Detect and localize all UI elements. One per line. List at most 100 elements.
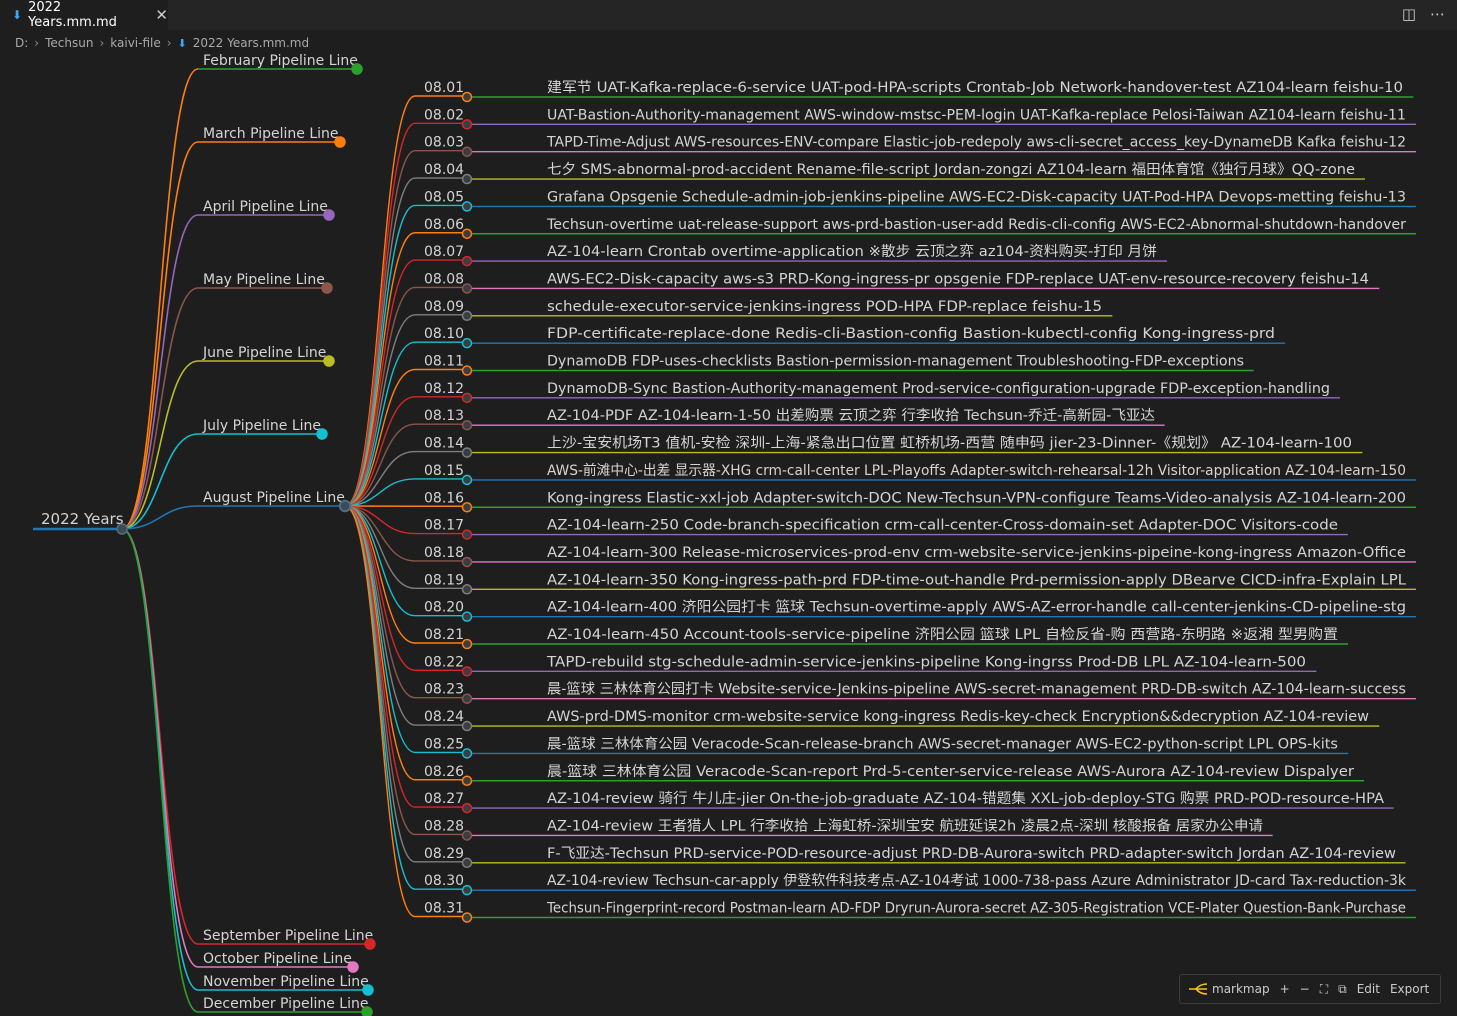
month-node-circle[interactable] — [323, 355, 335, 367]
day-node-circle[interactable] — [461, 720, 473, 732]
month-node-circle[interactable] — [323, 209, 335, 221]
day-detail-text: AZ-104-review 骑行 牛儿庄-jier On-the-job-gra… — [547, 790, 1384, 807]
export-button[interactable]: Export — [1390, 982, 1429, 996]
root-node-circle[interactable] — [116, 523, 128, 535]
fit-window-button[interactable]: ⛶ — [1320, 982, 1328, 997]
month-node-circle[interactable] — [334, 136, 346, 148]
month-node-circle[interactable] — [364, 938, 376, 950]
day-branch-edge — [344, 95, 416, 507]
day-node-date: 08.05 — [424, 189, 464, 205]
day-node-date: 08.19 — [424, 572, 464, 588]
day-node-circle[interactable] — [461, 337, 473, 349]
day-node-circle[interactable] — [461, 255, 473, 267]
august-node-circle[interactable] — [339, 500, 351, 512]
day-node-date: 08.31 — [424, 901, 464, 917]
month-node-circle[interactable] — [347, 961, 359, 973]
month-node-circle[interactable] — [361, 1006, 373, 1016]
day-detail-text: AZ-104-PDF AZ-104-learn-1-50 出差购票 云顶之弈 行… — [547, 407, 1155, 424]
day-node-circle[interactable] — [461, 584, 473, 595]
day-branch-edge — [344, 505, 416, 918]
month-node-circle[interactable] — [321, 282, 333, 294]
day-detail-text: AZ-104-learn-300 Release-microservices-p… — [547, 545, 1406, 561]
day-node-date: 08.30 — [424, 873, 464, 889]
day-node-circle[interactable] — [461, 365, 473, 376]
day-detail-text: AZ-104-learn-250 Code-branch-specificati… — [547, 518, 1338, 534]
day-node-circle[interactable] — [461, 201, 473, 212]
day-detail-text: Techsun-Fingerprint-record Postman-learn… — [546, 901, 1406, 917]
day-node-circle[interactable] — [461, 447, 473, 458]
day-node-date: 08.06 — [424, 217, 464, 233]
month-node-circle[interactable] — [351, 63, 363, 75]
day-node-circle[interactable] — [461, 666, 473, 677]
month-node-label: February Pipeline Line — [203, 53, 358, 69]
day-node-circle[interactable] — [461, 748, 473, 759]
day-node-date: 08.13 — [424, 408, 464, 424]
day-node-circle[interactable] — [461, 474, 473, 486]
day-node-circle[interactable] — [461, 173, 473, 185]
day-detail-text: AWS-前滩中心-出差 显示器-XHG crm-call-center LPL-… — [547, 462, 1406, 479]
day-node-date: 08.16 — [424, 490, 464, 506]
day-node-circle[interactable] — [461, 857, 473, 869]
day-node-circle[interactable] — [461, 419, 473, 431]
day-node-date: 08.17 — [424, 518, 464, 534]
toggle-recursively-button[interactable]: ⧉ — [1338, 982, 1347, 997]
day-node-circle[interactable] — [461, 775, 473, 786]
month-node-label: May Pipeline Line — [203, 272, 325, 288]
day-detail-text: Techsun-overtime uat-release-support aws… — [546, 217, 1406, 233]
day-node-circle[interactable] — [461, 802, 473, 814]
day-node-circle[interactable] — [461, 502, 473, 513]
edit-button[interactable]: Edit — [1357, 982, 1380, 996]
day-detail-text: DynamoDB FDP-uses-checklists Bastion-per… — [547, 354, 1244, 370]
month-branch-edge — [121, 528, 199, 1013]
day-node-circle[interactable] — [461, 392, 473, 404]
day-node-circle[interactable] — [461, 912, 473, 923]
markmap-brand[interactable]: markmap — [1188, 982, 1270, 996]
day-detail-text: 上沙-宝安机场T3 值机-安检 深圳-上海-紧急出口位置 虹桥机场-西营 随申码… — [547, 436, 1352, 452]
month-branch-edge — [121, 141, 199, 530]
day-detail-text: schedule-executor-service-jenkins-ingres… — [547, 299, 1102, 315]
markmap-canvas[interactable]: February Pipeline Line March Pipeline Lin… — [0, 0, 1457, 1016]
day-node-date: 08.28 — [424, 818, 464, 834]
day-node-circle[interactable] — [461, 884, 473, 896]
day-detail-text: AWS-EC2-Disk-capacity aws-s3 PRD-Kong-in… — [547, 271, 1369, 287]
day-node-circle[interactable] — [461, 556, 473, 568]
day-detail-text: 晨-篮球 三林体育公园 Veracode-Scan-report Prd-5-c… — [547, 764, 1354, 780]
day-detail-text: UAT-Bastion-Authority-management AWS-win… — [547, 107, 1406, 123]
day-node-date: 08.04 — [424, 162, 464, 178]
day-node-date: 08.02 — [424, 107, 464, 123]
month-node-label: November Pipeline Line — [203, 974, 369, 990]
day-detail-text: Grafana Opsgenie Schedule-admin-job-jenk… — [547, 189, 1406, 205]
day-node-circle[interactable] — [461, 310, 473, 322]
month-node-label: September Pipeline Line — [203, 928, 373, 944]
day-node-circle[interactable] — [461, 611, 473, 622]
month-node-circle[interactable] — [362, 984, 374, 996]
month-branch-edge — [121, 360, 199, 530]
month-branch-edge — [121, 528, 199, 968]
day-branch-edge — [344, 505, 416, 808]
day-node-circle[interactable] — [461, 529, 473, 540]
day-node-circle[interactable] — [461, 830, 473, 841]
day-node-circle[interactable] — [461, 693, 473, 704]
day-node-date: 08.10 — [424, 326, 464, 342]
day-node-date: 08.15 — [424, 463, 464, 479]
month-node-label: July Pipeline Line — [202, 418, 321, 434]
day-detail-text: F-飞亚达-Techsun PRD-service-POD-resource-a… — [547, 846, 1396, 862]
day-branch-edge — [344, 122, 416, 507]
month-node-label: August Pipeline Line — [203, 490, 345, 506]
day-detail-text: FDP-certificate-replace-done Redis-cli-B… — [547, 326, 1275, 342]
zoom-out-button[interactable]: − — [1300, 982, 1310, 996]
day-node-circle[interactable] — [461, 638, 473, 650]
month-node-circle[interactable] — [316, 428, 328, 440]
day-node-circle[interactable] — [461, 228, 473, 239]
zoom-in-button[interactable]: + — [1280, 982, 1290, 996]
day-node-date: 08.22 — [424, 654, 464, 670]
day-node-circle[interactable] — [461, 119, 473, 130]
day-node-circle[interactable] — [461, 91, 473, 103]
day-node-date: 08.11 — [424, 354, 464, 370]
day-node-circle[interactable] — [461, 146, 473, 157]
month-node-label: December Pipeline Line — [203, 996, 368, 1012]
day-node-circle[interactable] — [461, 283, 473, 294]
markmap-logo-icon — [1189, 983, 1208, 995]
day-node-date: 08.09 — [424, 299, 464, 315]
day-branch-edge — [344, 177, 416, 507]
